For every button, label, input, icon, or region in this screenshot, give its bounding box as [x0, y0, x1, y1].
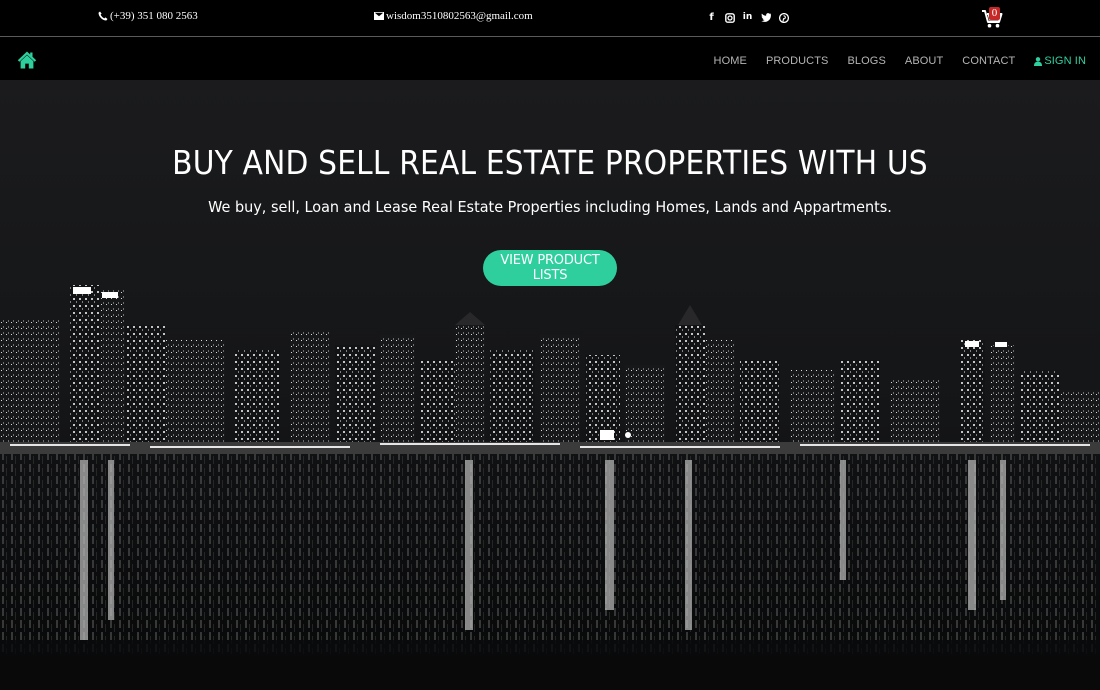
- phone-number: (+39) 351 080 2563: [110, 10, 198, 22]
- facebook-icon[interactable]: f: [706, 12, 717, 23]
- phone-icon: [98, 11, 108, 21]
- nav-blogs[interactable]: BLOGS: [847, 55, 885, 67]
- nav-contact[interactable]: CONTACT: [962, 55, 1015, 67]
- nav-home[interactable]: HOME: [714, 55, 747, 67]
- top-contact-bar: (+39) 351 080 2563 wisdom3510802563@gmai…: [0, 0, 1100, 37]
- shopping-cart-button[interactable]: 0: [981, 7, 1003, 29]
- home-logo[interactable]: [17, 50, 37, 70]
- nav-products[interactable]: PRODUCTS: [766, 55, 829, 67]
- nav-menu: HOME PRODUCTS BLOGS ABOUT CONTACT SIGN I…: [695, 55, 1086, 67]
- main-navbar: HOME PRODUCTS BLOGS ABOUT CONTACT SIGN I…: [0, 38, 1100, 80]
- twitter-icon[interactable]: [760, 12, 771, 23]
- hero-title: BUY AND SELL REAL ESTATE PROPERTIES WITH…: [172, 143, 928, 182]
- user-icon: [1034, 56, 1043, 66]
- hero-banner: BUY AND SELL REAL ESTATE PROPERTIES WITH…: [0, 80, 1100, 690]
- instagram-icon[interactable]: [724, 12, 735, 23]
- nav-about[interactable]: ABOUT: [905, 55, 943, 67]
- hero-subtitle: We buy, sell, Loan and Lease Real Estate…: [208, 198, 892, 216]
- social-links: f in: [706, 12, 789, 23]
- sign-in-link[interactable]: SIGN IN: [1034, 55, 1086, 67]
- sign-in-label: SIGN IN: [1044, 55, 1086, 67]
- email-address: wisdom3510802563@gmail.com: [386, 10, 533, 22]
- view-product-lists-button[interactable]: VIEW PRODUCT LISTS: [483, 250, 617, 286]
- home-icon: [17, 51, 37, 69]
- cart-count-badge: 0: [989, 7, 1000, 20]
- phone-contact[interactable]: (+39) 351 080 2563: [98, 10, 198, 22]
- email-contact[interactable]: wisdom3510802563@gmail.com: [374, 10, 533, 22]
- envelope-icon: [374, 12, 384, 20]
- pinterest-icon[interactable]: [778, 12, 789, 23]
- linkedin-icon[interactable]: in: [742, 12, 753, 23]
